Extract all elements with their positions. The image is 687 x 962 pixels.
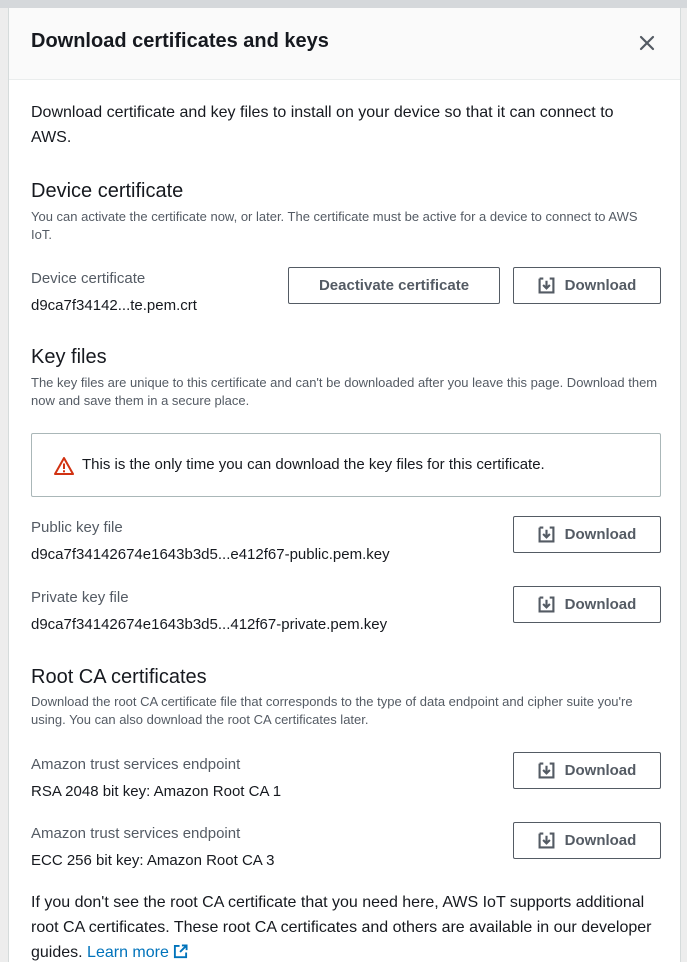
root-ca-heading: Root CA certificates xyxy=(31,666,207,688)
root-ca-ecc-value: ECC 256 bit key: Amazon Root CA 3 xyxy=(31,852,275,869)
key-files-heading: Key files xyxy=(31,346,107,368)
download-label: Download xyxy=(564,277,637,294)
key-files-description: The key files are unique to this certifi… xyxy=(31,375,658,408)
download-label: Download xyxy=(564,832,637,849)
download-certificates-modal: Download certificates and keys Download … xyxy=(8,8,681,962)
intro-text: Download certificate and key files to in… xyxy=(31,104,614,146)
warning-icon xyxy=(54,457,74,475)
root-ca-description: Download the root CA certificate file th… xyxy=(31,694,633,727)
device-certificate-label: Device certificate xyxy=(31,270,146,287)
download-root-ca-3-button[interactable]: Download xyxy=(513,822,661,859)
download-icon xyxy=(538,832,555,849)
download-icon xyxy=(538,277,555,294)
device-certificate-filename: d9ca7f34142...te.pem.crt xyxy=(31,297,197,314)
root-ca-footer-note: If you don't see the root CA certificate… xyxy=(31,890,661,962)
root-ca-rsa-value: RSA 2048 bit key: Amazon Root CA 1 xyxy=(31,783,282,800)
download-label: Download xyxy=(564,596,637,613)
download-root-ca-1-button[interactable]: Download xyxy=(513,752,661,789)
download-label: Download xyxy=(564,762,637,779)
download-private-key-button[interactable]: Download xyxy=(513,586,661,623)
deactivate-certificate-button[interactable]: Deactivate certificate xyxy=(288,267,500,304)
close-icon xyxy=(639,35,655,51)
download-device-certificate-button[interactable]: Download xyxy=(513,267,661,304)
device-certificate-description: You can activate the certificate now, or… xyxy=(31,209,638,242)
download-icon xyxy=(538,762,555,779)
modal-title: Download certificates and keys xyxy=(31,30,329,52)
close-button[interactable] xyxy=(636,32,658,54)
public-key-filename: d9ca7f34142674e1643b3d5...e412f67-public… xyxy=(31,546,390,563)
learn-more-link[interactable]: Learn more xyxy=(87,944,188,961)
download-label: Download xyxy=(564,526,637,543)
public-key-label: Public key file xyxy=(31,519,123,536)
deactivate-certificate-label: Deactivate certificate xyxy=(318,277,470,294)
download-public-key-button[interactable]: Download xyxy=(513,516,661,553)
download-icon xyxy=(538,596,555,613)
external-link-icon xyxy=(173,944,188,959)
private-key-label: Private key file xyxy=(31,589,129,606)
warning-alert-text: This is the only time you can download t… xyxy=(82,456,545,473)
device-certificate-heading: Device certificate xyxy=(31,180,184,202)
page-backdrop xyxy=(0,0,687,8)
learn-more-label: Learn more xyxy=(87,944,169,961)
key-files-warning-alert: This is the only time you can download t… xyxy=(31,433,661,497)
private-key-filename: d9ca7f34142674e1643b3d5...412f67-private… xyxy=(31,616,388,633)
root-ca-ecc-label: Amazon trust services endpoint xyxy=(31,825,241,842)
root-ca-rsa-label: Amazon trust services endpoint xyxy=(31,756,241,773)
modal-header: Download certificates and keys xyxy=(9,8,680,80)
download-icon xyxy=(538,526,555,543)
